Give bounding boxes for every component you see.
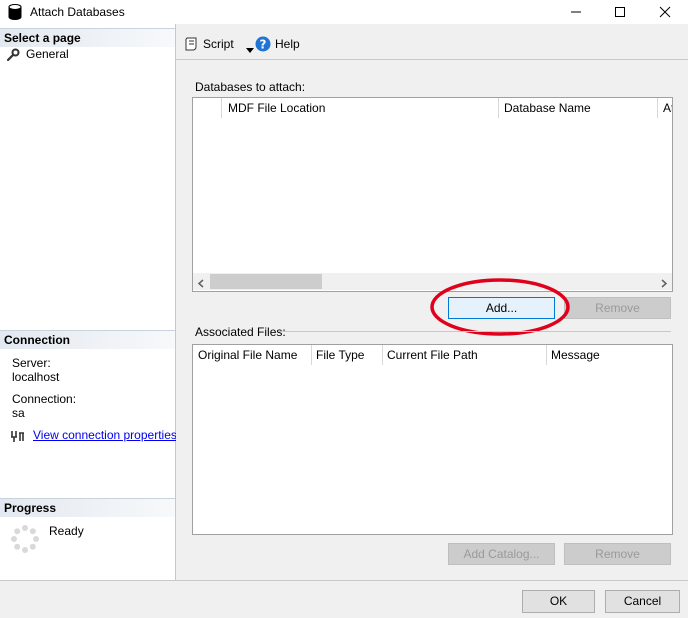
- select-page-header: Select a page: [0, 28, 175, 47]
- server-label: Server:: [12, 356, 51, 370]
- associated-files-grid[interactable]: Original File Name File Type Current Fil…: [192, 344, 673, 535]
- server-value: localhost: [12, 370, 60, 384]
- title-bar: Attach Databases: [0, 0, 688, 24]
- associated-files-grid-header: Original File Name File Type Current Fil…: [193, 345, 672, 365]
- minimize-button[interactable]: [553, 0, 599, 24]
- svg-text:?: ?: [260, 38, 267, 52]
- scroll-left-icon[interactable]: [197, 277, 205, 291]
- script-icon: [184, 37, 198, 54]
- toolbar: Script ? Help: [176, 30, 688, 60]
- wrench-icon: [6, 48, 20, 65]
- column-original-file-name[interactable]: Original File Name: [193, 345, 311, 365]
- remove-database-button[interactable]: Remove: [564, 297, 671, 319]
- column-message[interactable]: Message: [546, 345, 672, 365]
- cancel-button[interactable]: Cancel: [605, 590, 680, 613]
- associated-files-divider: [278, 331, 671, 332]
- page-item-label: General: [26, 47, 69, 61]
- minimize-icon: [571, 11, 581, 13]
- connection-value: sa: [12, 406, 25, 420]
- maximize-icon: [615, 7, 625, 17]
- scrollbar-thumb[interactable]: [210, 274, 322, 289]
- view-connection-properties-link[interactable]: View connection properties: [33, 428, 177, 442]
- progress-spinner-icon: [10, 524, 40, 557]
- progress-status: Ready: [49, 524, 84, 538]
- connection-properties-icon: [10, 429, 26, 446]
- column-attach-as[interactable]: At: [658, 98, 672, 118]
- footer-divider: [0, 580, 688, 581]
- toolbar-divider: [176, 59, 688, 60]
- database-icon: [8, 4, 22, 23]
- column-current-file-path[interactable]: Current File Path: [382, 345, 546, 365]
- add-catalog-button[interactable]: Add Catalog...: [448, 543, 555, 565]
- maximize-button[interactable]: [597, 0, 643, 24]
- dropdown-arrow-icon[interactable]: [246, 42, 254, 56]
- help-button[interactable]: ? Help: [255, 36, 305, 54]
- help-icon: ?: [255, 36, 271, 55]
- close-button[interactable]: [642, 0, 688, 24]
- help-label: Help: [275, 37, 300, 51]
- column-file-type[interactable]: File Type: [311, 345, 382, 365]
- associated-files-label: Associated Files:: [195, 325, 286, 339]
- left-pane: Select a page General Connection Server:…: [0, 24, 177, 580]
- progress-header: Progress: [0, 498, 175, 517]
- column-mdf-file-location[interactable]: MDF File Location: [223, 98, 498, 118]
- connection-header: Connection: [0, 330, 175, 349]
- connection-label: Connection:: [12, 392, 77, 406]
- scroll-right-icon[interactable]: [660, 277, 668, 291]
- databases-grid-header: MDF File Location Database Name At: [193, 98, 672, 118]
- remove-file-button[interactable]: Remove: [564, 543, 671, 565]
- column-database-name[interactable]: Database Name: [499, 98, 657, 118]
- window-title: Attach Databases: [30, 5, 125, 19]
- databases-grid[interactable]: MDF File Location Database Name At: [192, 97, 673, 292]
- databases-label: Databases to attach:: [195, 80, 306, 94]
- script-button[interactable]: Script: [184, 36, 254, 54]
- script-label: Script: [203, 37, 234, 51]
- ok-button[interactable]: OK: [522, 590, 595, 613]
- highlight-ellipse: [430, 278, 570, 336]
- close-icon: [659, 6, 671, 18]
